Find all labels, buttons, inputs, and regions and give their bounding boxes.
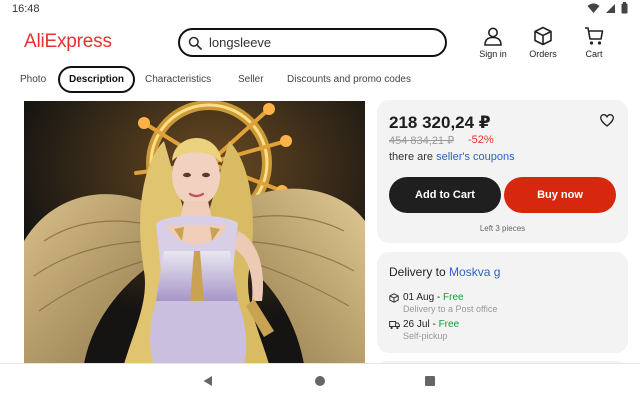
recents-icon[interactable] bbox=[424, 375, 436, 387]
current-price: 218 320,24 ₽ bbox=[389, 113, 491, 132]
sign-in-button[interactable]: Sign in bbox=[471, 26, 515, 59]
tab-seller[interactable]: Seller bbox=[238, 66, 264, 93]
product-tabs: Photo Description Characteristics Seller… bbox=[0, 66, 640, 94]
seller-coupons-link[interactable]: seller's coupons bbox=[436, 151, 515, 163]
back-icon[interactable] bbox=[202, 375, 214, 387]
cart-button[interactable]: Cart bbox=[572, 26, 616, 59]
product-photo[interactable] bbox=[24, 101, 365, 364]
orders-label: Orders bbox=[529, 49, 557, 59]
delivery-date: 01 Aug bbox=[403, 292, 435, 303]
cart-label: Cart bbox=[585, 49, 603, 59]
battery-icon bbox=[621, 2, 628, 14]
delivery-title: Delivery to Moskva g bbox=[389, 265, 500, 279]
delivery-price: Free bbox=[438, 319, 460, 330]
status-bar: 16:48 bbox=[0, 0, 640, 18]
search-bar[interactable]: longsleeve bbox=[178, 28, 447, 57]
truck-icon bbox=[389, 321, 400, 330]
delivery-note: Self-pickup bbox=[403, 331, 448, 341]
tab-characteristics[interactable]: Characteristics bbox=[145, 66, 211, 93]
coupons-prefix: there are bbox=[389, 151, 437, 163]
tab-photo[interactable]: Photo bbox=[20, 66, 46, 93]
status-time: 16:48 bbox=[12, 3, 40, 15]
stock-left: Left 3 pieces bbox=[479, 224, 526, 233]
wifi-icon bbox=[587, 3, 600, 13]
cart-icon bbox=[585, 27, 604, 45]
figurine-illustration bbox=[24, 101, 365, 364]
box-icon bbox=[389, 293, 399, 303]
sign-in-label: Sign in bbox=[479, 49, 507, 59]
box-icon bbox=[534, 26, 552, 46]
coupons-line: there are seller's coupons bbox=[389, 151, 515, 163]
search-icon bbox=[188, 36, 202, 50]
delivery-date: 26 Jul bbox=[403, 319, 430, 330]
delivery-price: Free bbox=[443, 292, 464, 303]
delivery-card: Delivery to Moskva g 01 Aug - Free Deliv… bbox=[377, 252, 628, 353]
signal-icon bbox=[606, 3, 615, 13]
home-icon[interactable] bbox=[314, 375, 326, 387]
orders-button[interactable]: Orders bbox=[521, 26, 565, 59]
discount-badge: -52% bbox=[468, 134, 494, 146]
old-price: 454 834,21 ₽ bbox=[389, 135, 455, 147]
search-input[interactable]: longsleeve bbox=[209, 35, 271, 50]
heart-icon[interactable] bbox=[600, 114, 614, 127]
tab-discounts[interactable]: Discounts and promo codes bbox=[287, 66, 411, 93]
delivery-prefix: Delivery to bbox=[389, 265, 450, 279]
delivery-location-link[interactable]: Moskva g bbox=[449, 265, 500, 279]
aliexpress-logo[interactable]: AliExpress bbox=[24, 31, 112, 53]
add-to-cart-button[interactable]: Add to Cart bbox=[389, 177, 501, 213]
status-icons bbox=[587, 2, 628, 14]
delivery-note: Delivery to a Post office bbox=[403, 304, 498, 314]
person-icon bbox=[484, 27, 502, 46]
buy-now-button[interactable]: Buy now bbox=[504, 177, 616, 213]
system-nav-bar bbox=[0, 363, 640, 400]
price-card: 218 320,24 ₽ 454 834,21 ₽ -52% there are… bbox=[377, 100, 628, 243]
tab-description[interactable]: Description bbox=[58, 66, 136, 93]
